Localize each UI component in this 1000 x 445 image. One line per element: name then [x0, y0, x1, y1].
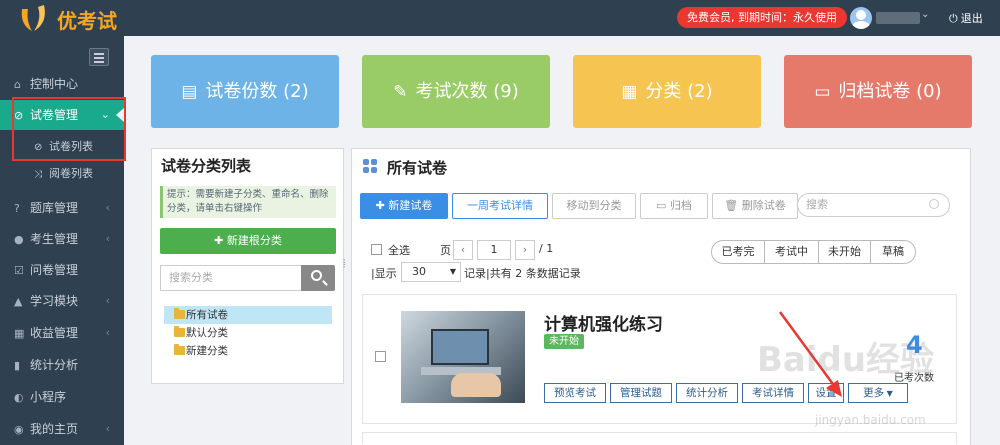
watermark-url: jingyan.baidu.com: [815, 413, 926, 427]
watermark-logo: Baidu经验: [757, 340, 935, 380]
